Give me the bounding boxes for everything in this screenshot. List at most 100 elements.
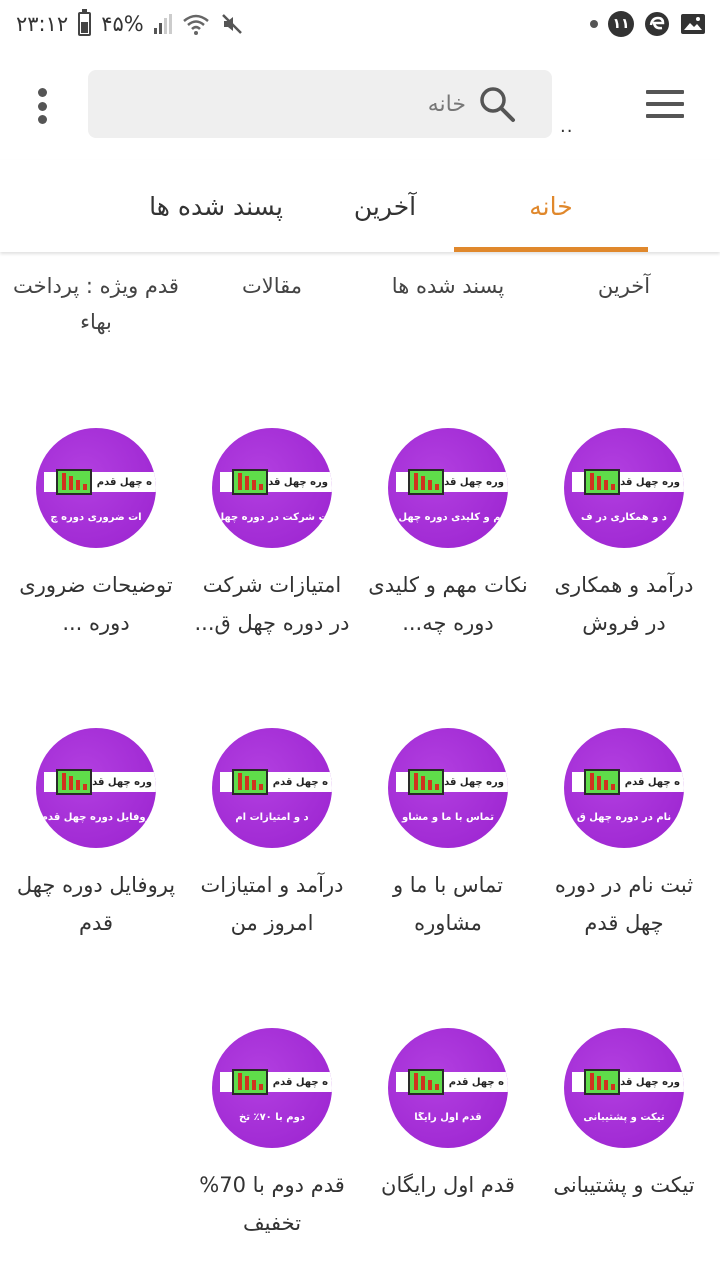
grid-item[interactable]: وره چهل قدم د و همکاری در ف درآمد و همکاری… [536, 428, 712, 728]
grid-item[interactable]: ه چهل قدم نام در دوره چهل ق ثبت نام در دور… [536, 728, 712, 1028]
status-time: ۲۳:۱۲ [16, 12, 69, 36]
thumbnail-subtitle: ت شرکت در دوره چهل [215, 512, 329, 523]
course-thumbnail: وره چهل قدم تیکت و پشتیبانی [564, 1028, 684, 1148]
thumbnail-header-text: ه چهل قدم [272, 1076, 328, 1088]
thumbnail-header-text: وره چهل قدم [436, 776, 504, 788]
notification-dot-icon [590, 20, 598, 28]
grid-item-label: تیکت و پشتیبانی [553, 1173, 695, 1197]
status-right: ۱۱ [590, 8, 706, 40]
course-thumbnail: وره چهل قدم هم و کلیدی دوره چهل ق [388, 428, 508, 548]
status-left: ۲۳:۱۲ ۴۵% [16, 8, 244, 40]
thumbnail-header-text: وره چهل قدم [612, 1076, 680, 1088]
grid-item-label: درآمد و همکاری در فروش [554, 573, 694, 635]
hamburger-line-icon [646, 90, 684, 94]
bar-chart-icon [232, 1069, 268, 1095]
course-thumbnail: ه چهل قدم د و امتیازات ام [212, 728, 332, 848]
thumbnail-header-text: وره چهل قدم [436, 476, 504, 488]
edge-browser-icon [645, 12, 669, 36]
search-placeholder: خانه [427, 91, 466, 117]
tab-bar: خانه آخرین پسند شده ها [0, 160, 720, 252]
overflow-dot-icon [37, 101, 47, 111]
quick-links: آخرین پسند شده ها مقالات قدم ویژه : پردا… [8, 268, 712, 340]
signal-icon [153, 14, 172, 34]
course-thumbnail: ه چهل قدم ات ضروری دوره چ [36, 428, 156, 548]
bar-chart-icon [232, 469, 268, 495]
course-thumbnail: وره چهل قدم روفایل دوره چهل قدم [36, 728, 156, 848]
thumbnail-subtitle: دوم با ۷۰٪ تخ [239, 1112, 305, 1123]
app-bar: خانه .. [0, 48, 720, 160]
bar-chart-icon [56, 469, 92, 495]
image-notification-icon [681, 14, 705, 34]
mute-icon [221, 14, 242, 34]
course-thumbnail: وره چهل قدم ت شرکت در دوره چهل [212, 428, 332, 548]
bar-chart-icon [584, 769, 620, 795]
bar-chart-icon [232, 769, 268, 795]
tab-home[interactable]: خانه [454, 160, 648, 252]
thumbnail-subtitle: ات ضروری دوره چ [50, 512, 142, 523]
notification-count-badge: ۱۱ [608, 11, 634, 37]
thumbnail-header-text: ه چهل قدم [624, 776, 680, 788]
grid-item[interactable]: وره چهل قدم ت شرکت در دوره چهل امتیازات شر… [184, 428, 360, 728]
grid-item[interactable]: وره چهل قدم تماس با ما و مشاو تماس با ما و… [360, 728, 536, 1028]
thumbnail-subtitle: تیکت و پشتیبانی [583, 1112, 665, 1123]
grid-item[interactable]: وره چهل قدم هم و کلیدی دوره چهل ق نکات مهم… [360, 428, 536, 728]
grid-item-label: امتیازات شرکت در دوره چهل ق... [194, 573, 350, 635]
grid-item-label: توضیحات ضروری دوره ... [19, 573, 173, 635]
overflow-dot-icon [37, 115, 47, 124]
grid-item-label: پروفایل دوره چهل قدم [16, 873, 176, 935]
grid-item[interactable]: ه چهل قدم د و امتیازات ام درآمد و امتیازات… [184, 728, 360, 1028]
link-articles[interactable]: مقالات [184, 268, 360, 340]
tab-latest[interactable]: آخرین [316, 160, 454, 252]
thumbnail-subtitle: تماس با ما و مشاو [402, 812, 494, 823]
search-bar[interactable]: خانه [88, 70, 552, 138]
hamburger-menu-button[interactable] [646, 90, 684, 118]
thumbnail-header-text: وره چهل قدم [612, 476, 680, 488]
bar-chart-icon [56, 769, 92, 795]
wifi-icon [182, 14, 209, 35]
course-grid: وره چهل قدم د و همکاری در ف درآمد و همکاری… [8, 428, 712, 1280]
course-thumbnail: وره چهل قدم د و همکاری در ف [564, 428, 684, 548]
thumbnail-header-text: ه چهل قدم [96, 476, 152, 488]
hamburger-line-icon [646, 102, 684, 106]
grid-item-label: قدم اول رایگان [381, 1173, 515, 1197]
overflow-dot-icon [37, 88, 47, 97]
grid-item-label: درآمد و امتیازات امروز من [200, 873, 344, 935]
grid-item[interactable]: ه چهل قدم ات ضروری دوره چ توضیحات ضروری دو… [8, 428, 184, 728]
course-thumbnail: ه چهل قدم قدم اول رایگا [388, 1028, 508, 1148]
course-thumbnail: وره چهل قدم تماس با ما و مشاو [388, 728, 508, 848]
thumbnail-header-text: وره چهل قدم [84, 776, 152, 788]
course-thumbnail: ه چهل قدم دوم با ۷۰٪ تخ [212, 1028, 332, 1148]
thumbnail-subtitle: نام در دوره چهل ق [576, 812, 672, 823]
appbar-extra-text: .. [560, 116, 574, 137]
grid-item[interactable]: ه چهل قدم قدم اول رایگا قدم اول رایگان [360, 1028, 536, 1280]
overflow-menu-button[interactable] [20, 86, 64, 126]
thumbnail-header-text: ه چهل قدم [448, 1076, 504, 1088]
bar-chart-icon [584, 1069, 620, 1095]
battery-percent: ۴۵% [101, 12, 144, 36]
bar-chart-icon [408, 769, 444, 795]
grid-item-label: تماس با ما و مشاوره [392, 873, 504, 935]
thumbnail-subtitle: قدم اول رایگا [414, 1112, 482, 1123]
search-icon [480, 87, 515, 122]
tab-favorites[interactable]: پسند شده ها [116, 160, 316, 252]
bar-chart-icon [584, 469, 620, 495]
link-favorites[interactable]: پسند شده ها [360, 268, 536, 340]
course-thumbnail: ه چهل قدم نام در دوره چهل ق [564, 728, 684, 848]
grid-item[interactable]: وره چهل قدم روفایل دوره چهل قدم پروفایل دو… [8, 728, 184, 1028]
thumbnail-subtitle: د و امتیازات ام [235, 812, 309, 823]
grid-item-label: ثبت نام در دوره چهل قدم [554, 873, 694, 935]
grid-item[interactable]: ه چهل قدم دوم با ۷۰٪ تخ قدم دوم با 70% تخف… [184, 1028, 360, 1280]
thumbnail-subtitle: د و همکاری در ف [581, 512, 667, 523]
link-latest[interactable]: آخرین [536, 268, 712, 340]
grid-item-label: نکات مهم و کلیدی دوره چه... [368, 573, 528, 635]
grid-item-label: قدم دوم با 70% تخفیف [199, 1173, 345, 1235]
bar-chart-icon [408, 1069, 444, 1095]
thumbnail-header-text: ه چهل قدم [272, 776, 328, 788]
link-special-payment[interactable]: قدم ویژه : پرداخت بهاء [8, 268, 184, 340]
bar-chart-icon [408, 469, 444, 495]
grid-item[interactable]: وره چهل قدم تیکت و پشتیبانی تیکت و پشتیبان… [536, 1028, 712, 1280]
thumbnail-subtitle: هم و کلیدی دوره چهل ق [388, 512, 508, 523]
hamburger-line-icon [646, 114, 684, 118]
battery-icon [78, 9, 92, 36]
thumbnail-subtitle: روفایل دوره چهل قدم [40, 812, 152, 823]
